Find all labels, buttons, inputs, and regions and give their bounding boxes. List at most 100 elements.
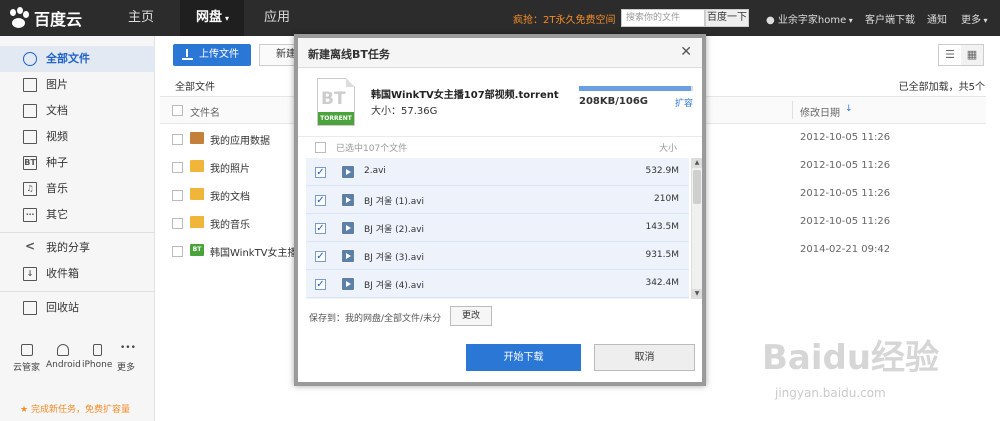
- user-name: 业余字家home: [777, 15, 847, 26]
- file-name[interactable]: 我的应用数据: [210, 132, 270, 147]
- logo-text: 百度云: [34, 10, 83, 29]
- device-label: 云管家: [13, 363, 41, 373]
- desktop-icon: [20, 344, 33, 356]
- client-download-link[interactable]: 客户端下载: [865, 11, 915, 26]
- watermark-url: jingyan.baidu.com: [775, 386, 886, 400]
- row-checkbox[interactable]: [172, 162, 183, 173]
- top-bar: 百度云 主页 网盘 ▾ 应用 疯抢：2T永久免费空间 搜索你的文件 百度一下 ● …: [0, 0, 1000, 36]
- more-menu[interactable]: 更多 ▾: [961, 11, 988, 26]
- device-label: Android: [46, 360, 81, 370]
- sidebar-item-docs[interactable]: 文档: [0, 98, 155, 124]
- nav-home[interactable]: 主页: [128, 0, 154, 36]
- list-item[interactable]: ✓ BJ 겨울 (1).avi 210M: [306, 186, 689, 214]
- list-item[interactable]: ✓ 2.avi 532.9M: [306, 158, 689, 186]
- user-icon: [23, 52, 37, 66]
- sidebar-item-label: 图片: [46, 78, 68, 91]
- file-checkbox[interactable]: ✓: [315, 195, 326, 206]
- baidu-jingyan-watermark: Baidu经验: [762, 338, 940, 378]
- dialog-title: 新建离线BT任务: [308, 48, 390, 61]
- list-item[interactable]: ✓ BJ 겨울 (3).avi 931.5M: [306, 242, 689, 270]
- sidebar-item-recycle-bin[interactable]: 回收站: [0, 295, 155, 321]
- file-name[interactable]: 我的照片: [210, 160, 250, 175]
- file-checkbox[interactable]: ✓: [315, 279, 326, 290]
- new-folder-button[interactable]: 新建: [259, 44, 299, 66]
- view-toggle[interactable]: ☰ ▦: [938, 44, 984, 66]
- list-item[interactable]: ✓ BJ 겨울 (4).avi 342.4M: [306, 270, 689, 298]
- row-checkbox[interactable]: [172, 246, 183, 257]
- close-icon[interactable]: ✕: [680, 44, 692, 60]
- start-download-button[interactable]: 开始下载: [466, 344, 581, 371]
- file-checkbox[interactable]: ✓: [315, 251, 326, 262]
- task-tip[interactable]: ★ 完成新任务，免费扩容量: [20, 402, 130, 415]
- sidebar-item-label: 文档: [46, 104, 68, 117]
- file-size: 143.5M: [645, 222, 679, 232]
- save-path: 保存到：我的网盘/全部文件/未分: [309, 314, 442, 324]
- more-icon: •••: [120, 343, 136, 353]
- iphone-icon: [92, 344, 102, 356]
- sidebar-item-images[interactable]: 图片: [0, 72, 155, 98]
- paw-icon: [8, 7, 30, 29]
- file-size: 342.4M: [645, 278, 679, 288]
- list-view-icon[interactable]: ☰: [939, 45, 961, 65]
- breadcrumb[interactable]: 全部文件: [175, 78, 215, 93]
- sidebar-item-all-files[interactable]: 全部文件: [0, 46, 155, 72]
- expand-link[interactable]: 扩容: [675, 96, 693, 109]
- row-checkbox[interactable]: [172, 134, 183, 145]
- sidebar-item-torrent[interactable]: BT 种子: [0, 150, 155, 176]
- quota-fill: [579, 86, 691, 91]
- notice-link[interactable]: 通知: [927, 11, 947, 26]
- nav-netdisk[interactable]: 网盘 ▾: [180, 0, 244, 36]
- select-all-checkbox[interactable]: [172, 105, 183, 116]
- image-icon: [23, 78, 37, 92]
- quota-bar: [579, 86, 693, 91]
- select-all-checkbox[interactable]: [315, 142, 326, 153]
- file-checkbox[interactable]: ✓: [315, 167, 326, 178]
- android-icon: [57, 344, 70, 356]
- device-more[interactable]: ••• 更多: [117, 343, 136, 374]
- other-icon: ⋯: [23, 208, 37, 222]
- app-folder-icon: [190, 132, 204, 144]
- sidebar-item-music[interactable]: ♫ 音乐: [0, 176, 155, 202]
- scroll-down-icon[interactable]: ▼: [692, 289, 702, 299]
- sidebar-item-other[interactable]: ⋯ 其它: [0, 202, 155, 228]
- search-button[interactable]: 百度一下: [705, 9, 749, 27]
- baidu-cloud-logo[interactable]: 百度云: [8, 6, 82, 30]
- file-name[interactable]: 我的音乐: [210, 216, 250, 231]
- sidebar-item-my-share[interactable]: < 我的分享: [0, 235, 155, 261]
- row-checkbox[interactable]: [172, 218, 183, 229]
- column-name[interactable]: 文件名: [190, 104, 220, 119]
- file-name: BJ 겨울 (2).avi: [364, 225, 425, 235]
- file-checkbox[interactable]: ✓: [315, 223, 326, 234]
- cancel-button[interactable]: 取消: [594, 344, 695, 371]
- file-date: 2012-10-05 11:26: [800, 216, 891, 227]
- user-menu[interactable]: ● 业余字家home ▾: [766, 11, 853, 26]
- file-date: 2012-10-05 11:26: [800, 160, 891, 171]
- scrollbar[interactable]: ▲ ▼: [691, 158, 702, 299]
- sidebar-item-label: 回收站: [46, 301, 79, 314]
- column-date[interactable]: 修改日期: [800, 104, 840, 119]
- promo-link[interactable]: 疯抢：2T永久免费空间: [513, 11, 615, 26]
- change-path-button[interactable]: 更改: [450, 306, 492, 326]
- sidebar-item-label: 视频: [46, 130, 68, 143]
- share-icon: <: [24, 239, 36, 253]
- device-iphone[interactable]: iPhone: [82, 344, 112, 370]
- column-divider: [792, 101, 793, 119]
- sort-down-icon[interactable]: ↓: [845, 104, 853, 114]
- sidebar-item-video[interactable]: 视频: [0, 124, 155, 150]
- file-name[interactable]: 我的文档: [210, 188, 250, 203]
- row-checkbox[interactable]: [172, 190, 183, 201]
- upload-button[interactable]: 上传文件: [173, 44, 251, 66]
- device-label: iPhone: [82, 360, 113, 370]
- list-item[interactable]: ✓ BJ 겨울 (2).avi 143.5M: [306, 214, 689, 242]
- torrent-file-list: ✓ 2.avi 532.9M ✓ BJ 겨울 (1).avi 210M ✓ BJ…: [306, 158, 689, 299]
- scroll-up-icon[interactable]: ▲: [692, 158, 702, 168]
- nav-apps[interactable]: 应用: [264, 0, 290, 36]
- scroll-thumb[interactable]: [693, 170, 701, 204]
- search-input[interactable]: 搜索你的文件: [621, 9, 705, 27]
- video-icon: [342, 250, 354, 262]
- device-android[interactable]: Android: [46, 344, 81, 370]
- sidebar-item-inbox[interactable]: ↓ 收件箱: [0, 261, 155, 287]
- grid-view-icon[interactable]: ▦: [961, 45, 983, 65]
- file-date: 2012-10-05 11:26: [800, 132, 891, 143]
- device-cloud-manager[interactable]: 云管家: [13, 344, 40, 373]
